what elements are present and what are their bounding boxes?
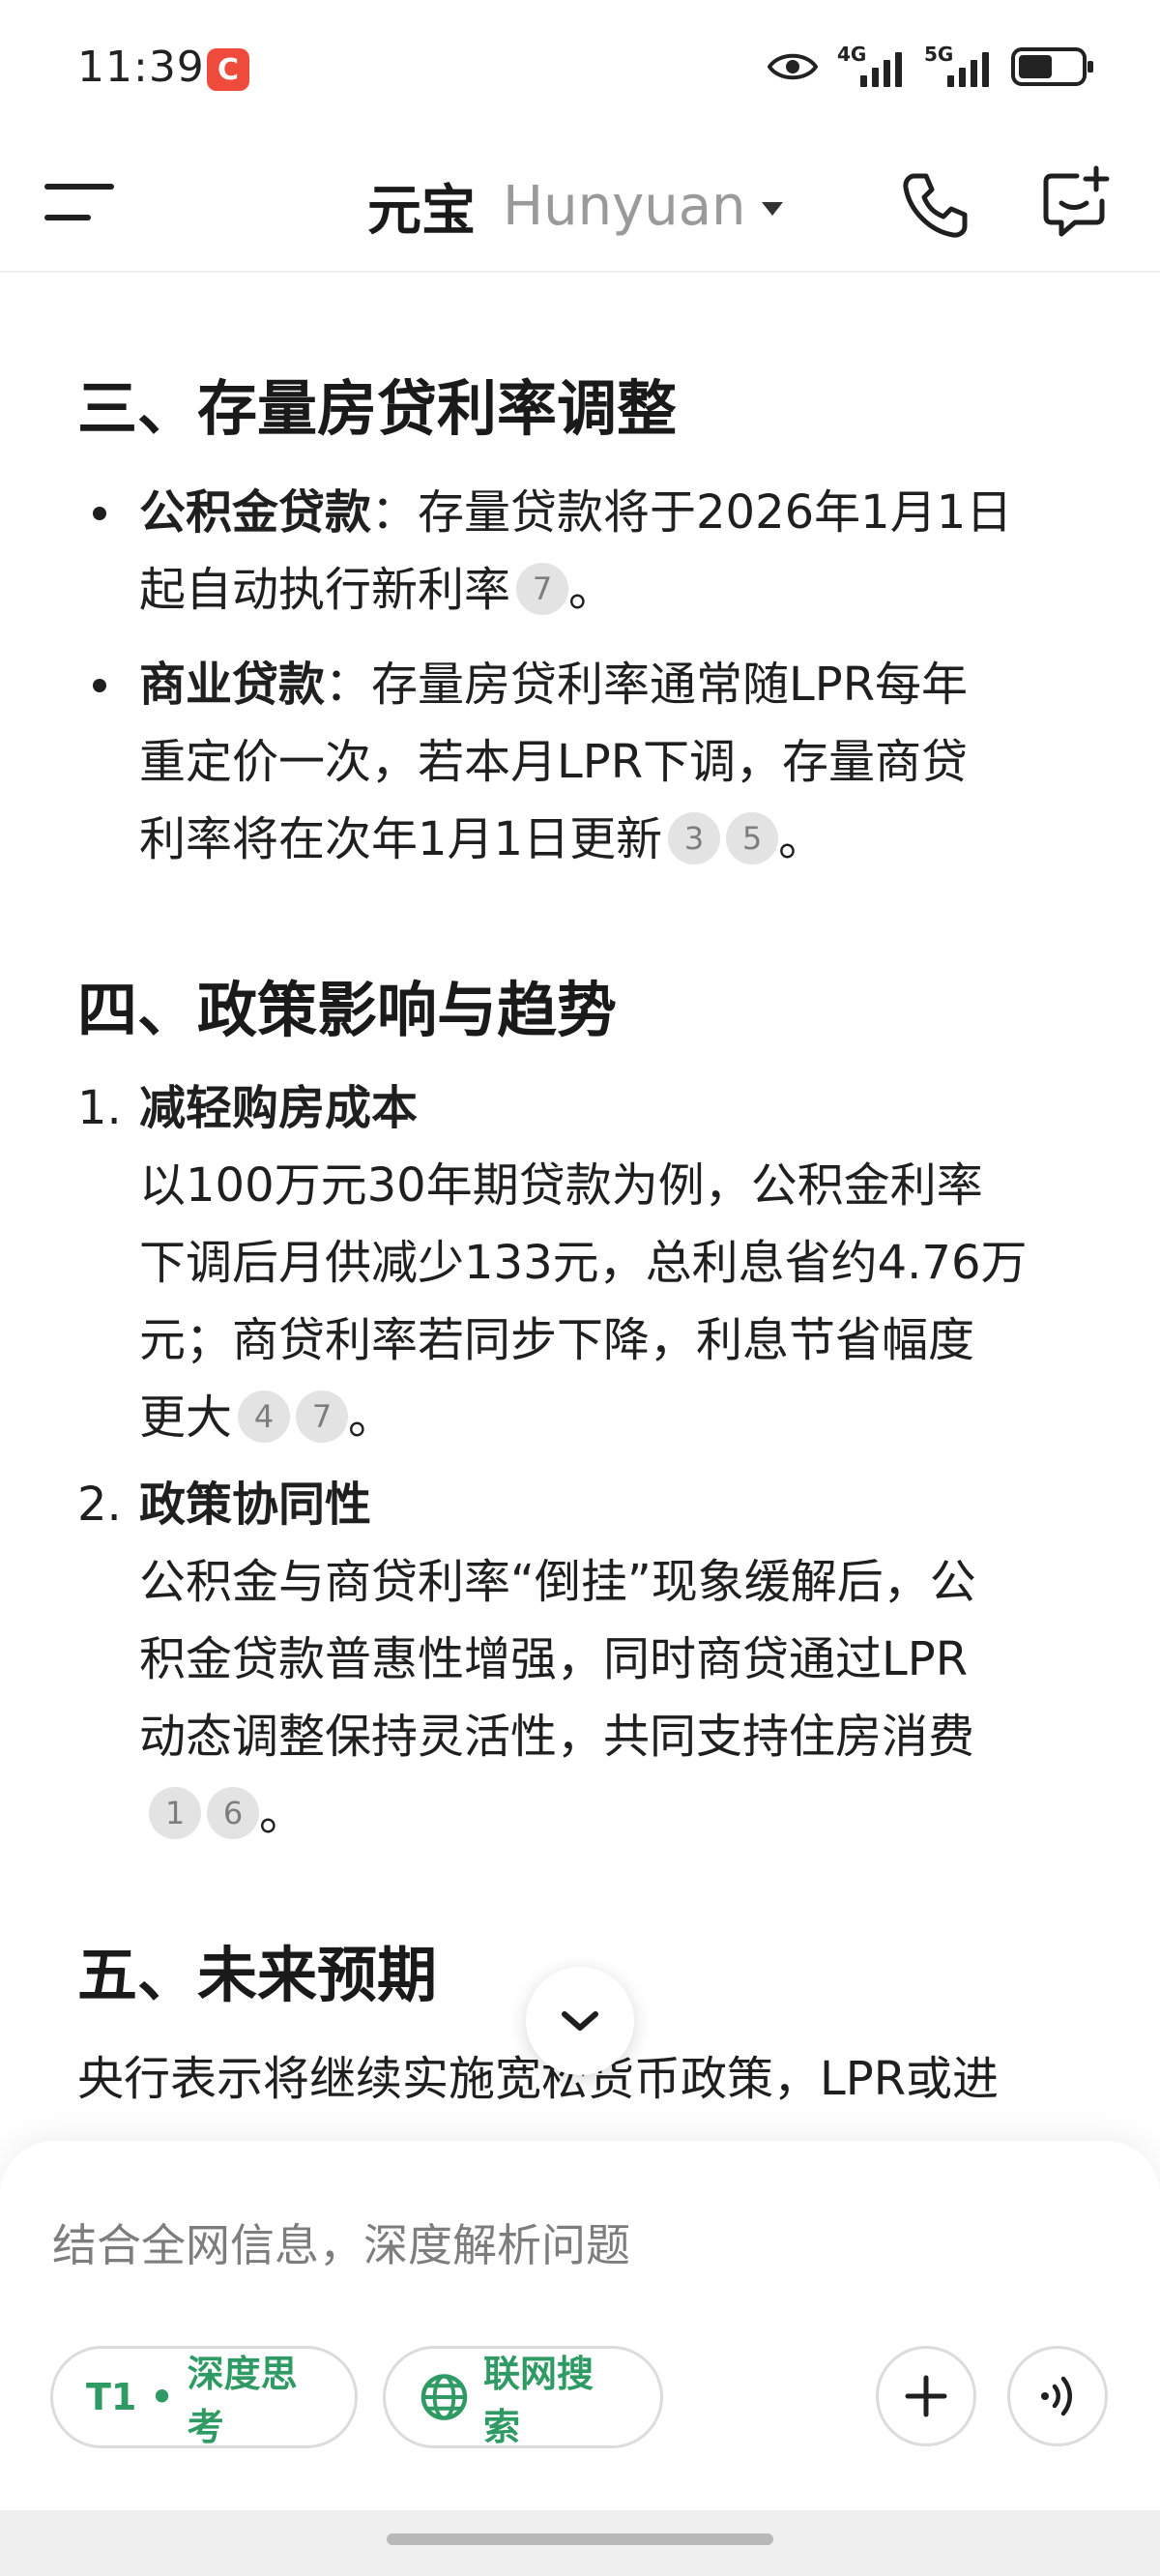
deep-think-label: 深度思考 bbox=[187, 2353, 298, 2448]
citation-badge[interactable]: 1 bbox=[149, 1787, 201, 1839]
bullet-dot bbox=[93, 679, 106, 692]
list-item: 商业贷款：存量房贷利率通常随LPR每年 重定价一次，若本月LPR下调，存量商贷 … bbox=[139, 658, 969, 866]
battery-icon bbox=[1011, 47, 1093, 86]
bullet-dot bbox=[93, 507, 106, 520]
eye-icon bbox=[768, 53, 818, 80]
app-brand: 元宝 bbox=[367, 179, 476, 243]
web-search-label: 联网搜索 bbox=[482, 2353, 594, 2448]
think-model-label: T1 bbox=[86, 2376, 137, 2418]
citation-badge[interactable]: 3 bbox=[668, 812, 721, 864]
model-selector[interactable]: 元宝 Hunyuan bbox=[367, 162, 783, 249]
citation-badge[interactable]: 7 bbox=[516, 563, 569, 615]
composer: 结合全网信息，深度解析问题 T1 • 深度思考 联网搜索 bbox=[0, 2141, 1160, 2510]
globe-icon bbox=[420, 2374, 468, 2420]
list-item: 公积金贷款：存量贷款将于2026年1月1日 起自动执行新利率 7。 bbox=[139, 485, 1013, 617]
signal-4g-icon: 4G bbox=[837, 43, 905, 89]
citation-badge[interactable]: 4 bbox=[238, 1390, 291, 1443]
separator-dot: • bbox=[150, 2376, 174, 2418]
top-nav: 元宝 Hunyuan bbox=[0, 135, 1160, 273]
citation-badge[interactable]: 6 bbox=[207, 1787, 259, 1839]
caret-down-icon bbox=[761, 202, 783, 216]
phone-icon bbox=[903, 173, 968, 238]
list-number: 1. bbox=[77, 1081, 122, 1135]
deep-think-toggle[interactable]: T1 • 深度思考 bbox=[50, 2346, 358, 2448]
chat-message: 三、存量房贷利率调整 公积金贷款：存量贷款将于2026年1月1日 起自动执行新利… bbox=[0, 275, 1160, 2131]
plus-icon bbox=[905, 2375, 947, 2417]
list-item: 减轻购房成本 以100万元30年期贷款为例，公积金利率 下调后月供减少133元，… bbox=[139, 1081, 1028, 1445]
message-input[interactable]: 结合全网信息，深度解析问题 bbox=[52, 2210, 630, 2274]
web-search-toggle[interactable]: 联网搜索 bbox=[383, 2346, 663, 2448]
phone-call-button[interactable] bbox=[899, 168, 972, 242]
add-button[interactable] bbox=[876, 2346, 976, 2446]
home-indicator[interactable] bbox=[387, 2533, 773, 2545]
system-nav-bar bbox=[0, 2510, 1160, 2576]
new-chat-icon bbox=[1043, 165, 1110, 237]
scroll-to-bottom-button[interactable] bbox=[526, 1967, 634, 2075]
section-heading: 四、政策影响与趋势 bbox=[77, 975, 618, 1045]
signal-5g-icon: 5G bbox=[924, 43, 992, 89]
new-chat-button[interactable] bbox=[1038, 164, 1116, 242]
voice-wave-icon bbox=[1041, 2376, 1072, 2416]
list-number: 2. bbox=[77, 1478, 122, 1532]
list-item: 政策协同性 公积金与商贷利率“倒挂”现象缓解后，公 积金贷款普惠性增强，同时商贷… bbox=[139, 1478, 976, 1841]
section-heading: 三、存量房贷利率调整 bbox=[77, 373, 678, 444]
model-name: Hunyuan bbox=[503, 174, 746, 238]
chevron-down-icon bbox=[562, 2011, 598, 2031]
section-heading: 五、未来预期 bbox=[77, 1940, 438, 2010]
status-bar: 11:39 C 4G 5G bbox=[0, 0, 1160, 135]
status-time: 11:39 bbox=[77, 43, 205, 92]
app-notification-icon: C bbox=[207, 48, 249, 91]
citation-badge[interactable]: 7 bbox=[296, 1390, 349, 1443]
citation-badge[interactable]: 5 bbox=[726, 812, 779, 864]
menu-icon[interactable] bbox=[44, 178, 114, 226]
voice-input-button[interactable] bbox=[1007, 2346, 1108, 2446]
status-icons: 4G 5G bbox=[768, 43, 1093, 89]
